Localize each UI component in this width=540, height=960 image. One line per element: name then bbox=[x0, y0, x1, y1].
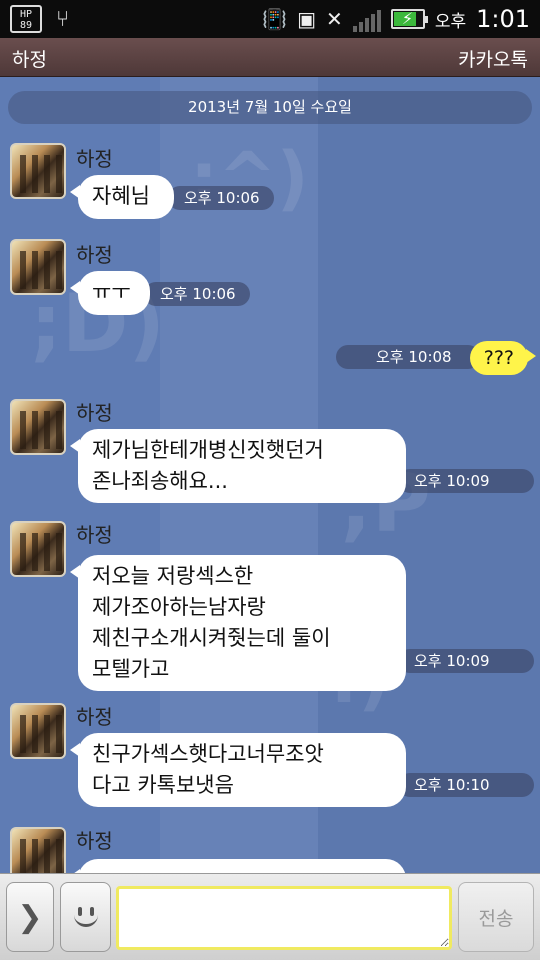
date-divider: 2013년 7월 10일 수요일 bbox=[8, 91, 532, 124]
message-time: 오후 10:09 bbox=[398, 469, 534, 493]
sender-name: 하정 bbox=[76, 243, 113, 267]
send-button[interactable]: 전송 bbox=[458, 882, 534, 952]
message-input-bar: ❯ 전송 bbox=[0, 873, 540, 960]
avatar[interactable] bbox=[10, 239, 66, 295]
vibrate-icon: 📳 bbox=[262, 7, 288, 31]
sender-name: 하정 bbox=[76, 147, 113, 171]
app-name: 카카오톡 bbox=[458, 49, 528, 71]
message-time: 오후 10:06 bbox=[144, 282, 250, 306]
message-bubble[interactable]: 친구가섹스햇다고너무조앗 다고 카톡보냇음 bbox=[70, 733, 406, 807]
avatar[interactable] bbox=[10, 521, 66, 577]
message-bubble[interactable]: 제가님한테개병신짓햇던거 존나죄송해요... bbox=[70, 429, 406, 503]
sender-name: 하정 bbox=[76, 829, 113, 853]
message-bubble[interactable] bbox=[70, 859, 406, 873]
usb-icon: ⑂ bbox=[56, 6, 70, 32]
status-bar: HP 89 ⑂ 📳 ▣ ✕ ⚡ 오후 1:01 bbox=[0, 0, 540, 38]
message-bubble[interactable]: ㅠㅜ bbox=[70, 271, 150, 315]
status-time: 1:01 bbox=[476, 5, 530, 33]
message-time: 오후 10:09 bbox=[398, 649, 534, 673]
message-input[interactable] bbox=[116, 886, 452, 950]
avatar[interactable] bbox=[10, 399, 66, 455]
status-ampm: 오후 bbox=[434, 11, 467, 32]
battery-charging-icon: ⚡ bbox=[390, 9, 428, 29]
sender-name: 하정 bbox=[76, 523, 113, 547]
message-time: 오후 10:10 bbox=[398, 773, 534, 797]
chat-room-name: 하정 bbox=[12, 49, 47, 71]
emoticon-button[interactable] bbox=[60, 882, 111, 952]
smiley-icon bbox=[70, 899, 102, 935]
sender-name: 하정 bbox=[76, 705, 113, 729]
message-time: 오후 10:06 bbox=[168, 186, 274, 210]
hp-notification-icon: HP 89 bbox=[10, 5, 42, 33]
no-signal-icon: ✕ bbox=[326, 7, 343, 31]
chevron-right-icon: ❯ bbox=[17, 899, 43, 935]
avatar[interactable] bbox=[10, 827, 66, 873]
signal-strength-icon bbox=[352, 6, 381, 32]
message-bubble[interactable]: 자혜님 bbox=[70, 175, 174, 219]
expand-menu-button[interactable]: ❯ bbox=[6, 882, 54, 952]
chat-title-bar: 하정 카카오톡 bbox=[0, 38, 540, 77]
avatar[interactable] bbox=[10, 703, 66, 759]
sender-name: 하정 bbox=[76, 401, 113, 425]
my-message-bubble[interactable]: ??? bbox=[469, 341, 537, 375]
avatar[interactable] bbox=[10, 143, 66, 199]
message-time: 오후 10:08 bbox=[336, 345, 480, 369]
message-bubble[interactable]: 저오늘 저랑섹스한 제가조아하는남자랑 제친구소개시켜줫는데 둘이 모텔가고 bbox=[70, 555, 406, 691]
sd-card-icon: ▣ bbox=[297, 7, 317, 31]
chat-message-list[interactable]: :^) ;D) ;P :) 2013년 7월 10일 수요일 하정 오후 10:… bbox=[0, 77, 540, 873]
